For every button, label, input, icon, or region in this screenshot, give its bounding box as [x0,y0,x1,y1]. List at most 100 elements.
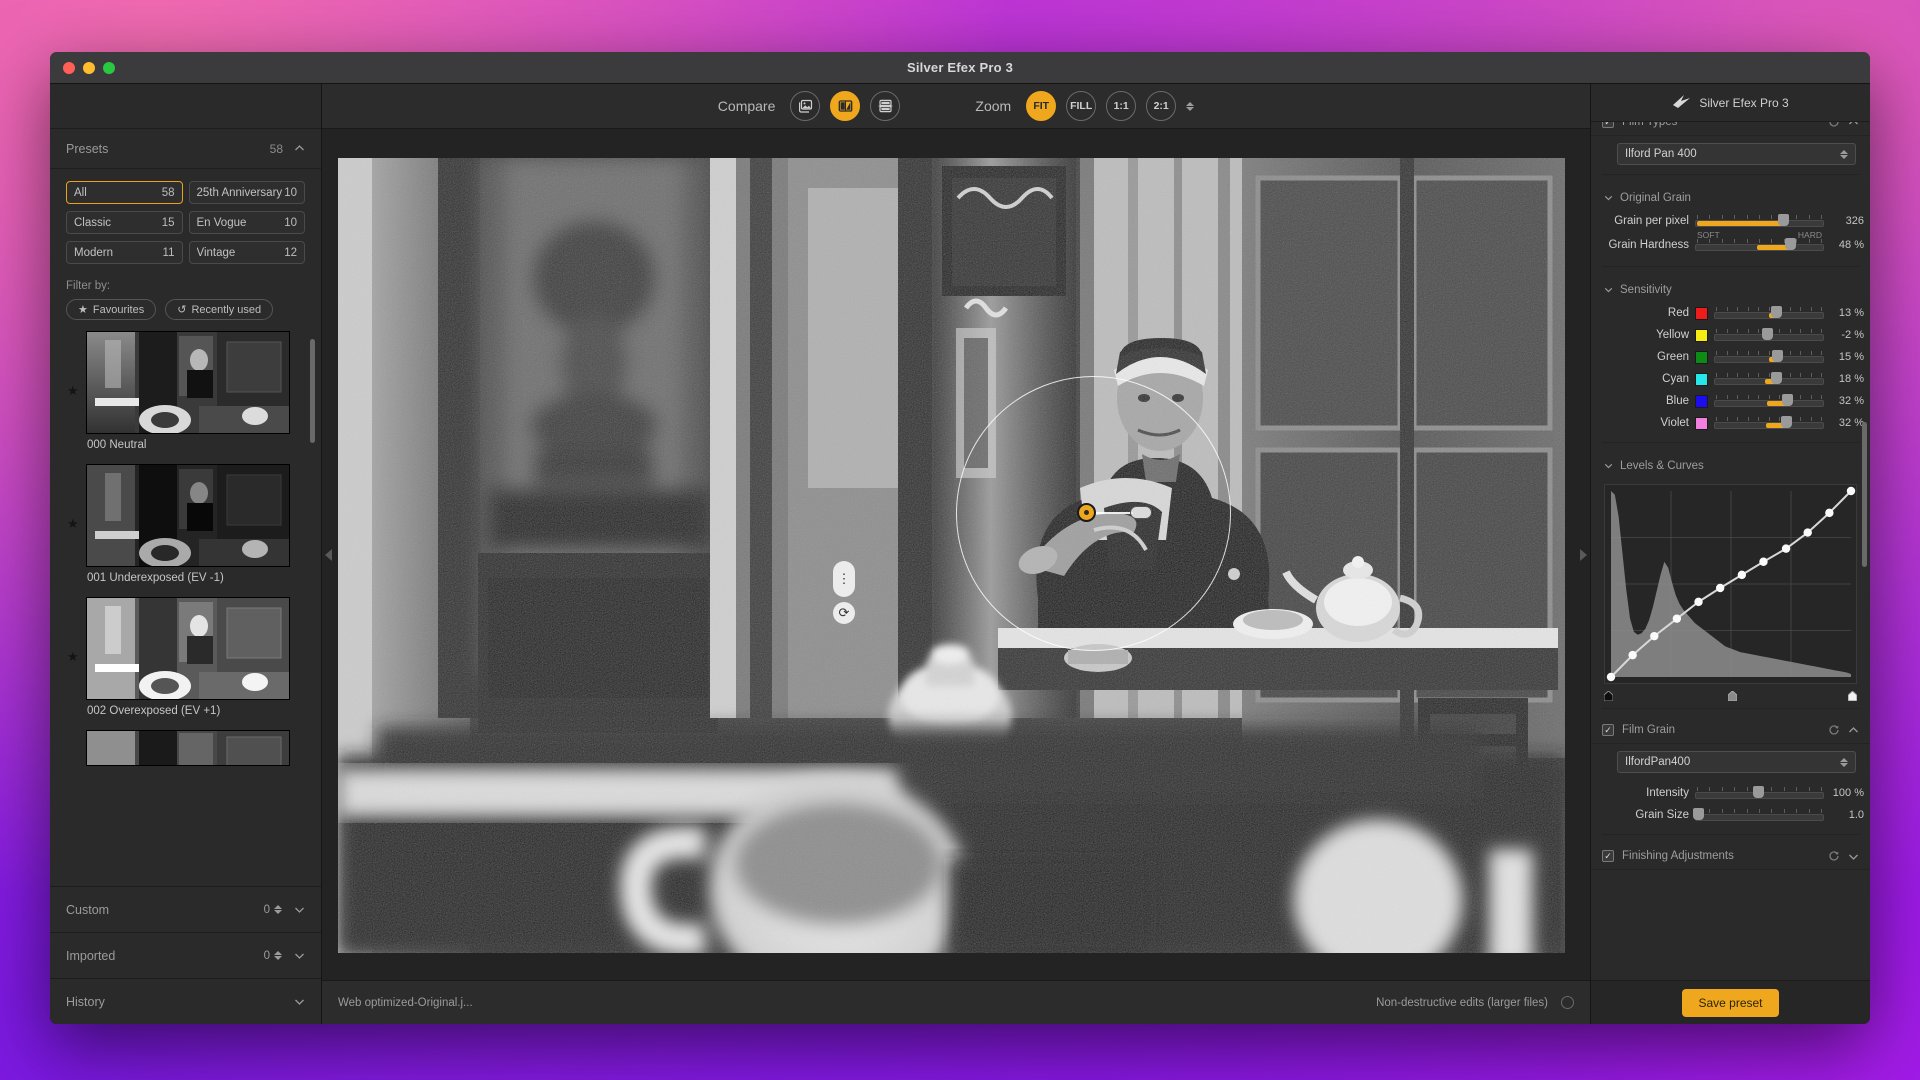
slider-sensitivity-red[interactable]: Red 13 % [1591,302,1870,324]
zoom-1to1-button[interactable]: 1:1 [1106,91,1136,121]
filter-chip-favourites[interactable]: ★ Favourites [66,299,156,320]
chevron-down-icon[interactable] [1604,285,1615,296]
stacked-images-icon[interactable] [790,91,820,121]
list-item[interactable]: ★ [50,331,321,464]
star-icon[interactable]: ★ [67,649,79,665]
slider-track[interactable] [1714,371,1824,387]
list-item[interactable]: ★ [50,597,321,730]
control-point-slider-handle[interactable] [1130,506,1152,519]
chevron-down-icon[interactable] [294,996,305,1007]
section-imported[interactable]: Imported 0 [50,932,321,978]
split-horizontal-icon[interactable] [870,91,900,121]
slider-grain-intensity[interactable]: Intensity 100 % [1591,782,1870,804]
slider-track[interactable] [1714,327,1824,343]
image-canvas[interactable]: ⋮ ⟳ [322,129,1590,980]
finishing-adjustments-checkbox[interactable]: ✓ [1602,850,1614,862]
reset-icon[interactable] [1828,850,1840,862]
dropdown-stepper-icon[interactable] [1840,150,1848,159]
reset-icon[interactable] [1828,724,1840,736]
split-vertical-icon[interactable] [830,91,860,121]
list-item[interactable]: ★ [50,464,321,597]
film-grain-value: IlfordPan400 [1625,756,1690,768]
chevron-down-icon[interactable] [1604,193,1615,204]
tone-curve-chart[interactable] [1604,484,1857,684]
preset-thumbnail[interactable] [86,730,290,766]
slider-track[interactable]: SOFT HARD [1695,237,1824,253]
slider-grain-size[interactable]: Grain Size 1.0 [1591,804,1870,826]
category-25th-anniversary[interactable]: 25th Anniversary 10 [189,181,306,204]
slider-grain-per-pixel[interactable]: Grain per pixel 326 [1591,210,1870,232]
zoom-stepper[interactable] [1186,102,1194,111]
slider-sensitivity-yellow[interactable]: Yellow -2 % [1591,324,1870,346]
black-point-marker[interactable] [1604,688,1613,698]
slider-grain-hardness[interactable]: Grain Hardness SOFT HARD 48 % [1591,232,1870,258]
category-vintage[interactable]: Vintage 12 [189,241,306,264]
slider-track[interactable] [1714,349,1824,365]
adjustments-scrollbar[interactable] [1862,422,1867,567]
chevron-down-icon[interactable] [1604,461,1615,472]
adjustments-scroll-area[interactable]: ✓ Film Types Ilford Pan 400 [1591,122,1870,980]
subsection-levels-curves[interactable]: Levels & Curves [1591,451,1870,478]
slider-sensitivity-violet[interactable]: Violet 32 % [1591,412,1870,434]
film-type-dropdown[interactable]: Ilford Pan 400 [1617,143,1856,165]
control-point-reset-icon[interactable]: ⟳ [833,602,855,624]
film-grain-checkbox[interactable]: ✓ [1602,724,1614,736]
slider-track[interactable] [1695,807,1824,823]
slider-sensitivity-blue[interactable]: Blue 32 % [1591,390,1870,412]
subsection-sensitivity[interactable]: Sensitivity [1591,275,1870,302]
white-point-marker[interactable] [1848,688,1857,698]
star-icon[interactable]: ★ [67,383,79,399]
control-point-menu-icon[interactable]: ⋮ [833,561,855,597]
edited-photo[interactable]: ⋮ ⟳ [338,158,1565,953]
save-preset-button[interactable]: Save preset [1682,989,1778,1017]
presets-header[interactable]: Presets 58 [50,129,321,169]
chevron-down-icon[interactable] [294,904,305,915]
zoom-fill-button[interactable]: FILL [1066,91,1096,121]
control-point-marker[interactable] [1077,503,1096,522]
category-modern[interactable]: Modern 11 [66,241,183,264]
film-types-checkbox[interactable]: ✓ [1602,122,1614,128]
film-grain-dropdown[interactable]: IlfordPan400 [1617,751,1856,773]
slider-sensitivity-green[interactable]: Green 15 % [1591,346,1870,368]
preset-scrollbar[interactable] [310,339,315,443]
chevron-up-icon[interactable] [1848,725,1859,736]
slider-sensitivity-cyan[interactable]: Cyan 18 % [1591,368,1870,390]
chevron-down-icon[interactable] [294,950,305,961]
subsection-original-grain[interactable]: Original Grain [1591,183,1870,210]
stepper-icon[interactable] [274,905,282,914]
collapse-left-panel-icon[interactable] [323,547,335,563]
section-history[interactable]: History [50,978,321,1024]
non-destructive-toggle[interactable] [1561,996,1574,1009]
zoom-fit-button[interactable]: FIT [1026,91,1056,121]
list-item[interactable] [50,730,321,770]
reset-icon[interactable] [1828,122,1840,128]
chevron-up-icon[interactable] [294,143,305,154]
dropdown-stepper-icon[interactable] [1840,758,1848,767]
preset-thumbnail[interactable] [86,464,290,567]
preset-list[interactable]: ★ [50,331,321,886]
category-label: Classic [74,217,162,229]
slider-track[interactable] [1695,785,1824,801]
mid-point-marker[interactable] [1728,688,1737,698]
filter-chip-recently-used[interactable]: ↺ Recently used [165,299,273,320]
slider-track[interactable] [1695,213,1824,229]
collapse-right-panel-icon[interactable] [1577,547,1589,563]
category-classic[interactable]: Classic 15 [66,211,183,234]
zoom-2to1-button[interactable]: 2:1 [1146,91,1176,121]
section-finishing-adjustments[interactable]: ✓ Finishing Adjustments [1591,843,1870,870]
section-custom[interactable]: Custom 0 [50,886,321,932]
category-count: 10 [284,217,297,229]
category-all[interactable]: All 58 [66,181,183,204]
section-film-types[interactable]: ✓ Film Types [1591,122,1870,136]
star-icon[interactable]: ★ [67,516,79,532]
chevron-down-icon[interactable] [1848,851,1859,862]
preset-thumbnail[interactable] [86,597,290,700]
stepper-icon[interactable] [274,951,282,960]
preset-thumbnail[interactable] [86,331,290,434]
section-film-grain[interactable]: ✓ Film Grain [1591,717,1870,744]
slider-track[interactable] [1714,305,1824,321]
chevron-up-icon[interactable] [1848,122,1859,128]
category-en-vogue[interactable]: En Vogue 10 [189,211,306,234]
slider-track[interactable] [1714,393,1824,409]
slider-track[interactable] [1714,415,1824,431]
